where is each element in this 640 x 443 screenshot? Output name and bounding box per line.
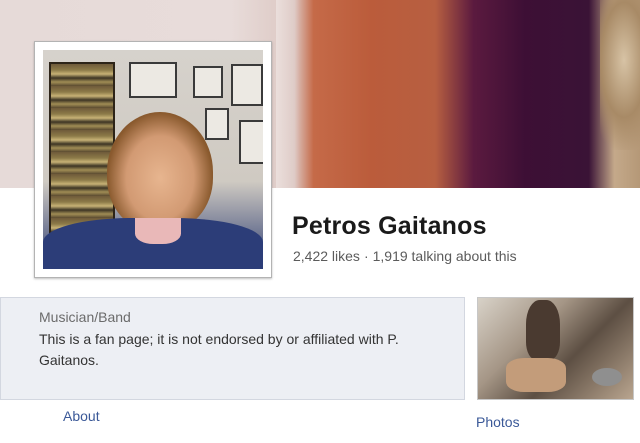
page-description: This is a fan page; it is not endorsed b… [39,331,399,368]
photo-pot [592,368,622,386]
page-title: Petros Gaitanos [292,212,487,240]
about-box[interactable]: Musician/Band This is a fan page; it is … [0,297,465,400]
cover-fur-detail [600,0,640,150]
person-head [107,112,213,232]
page-stats: 2,422 likes · 1,919 talking about this [293,248,517,264]
wall-picture [239,120,263,164]
photos-thumbnail[interactable] [477,297,634,400]
wall-picture [129,62,177,98]
profile-picture[interactable] [34,41,272,278]
page-category: Musician/Band [39,309,131,325]
wall-picture [205,108,229,140]
horse-mask [526,300,560,360]
tab-photos[interactable]: Photos [476,414,520,430]
stats-separator: · [363,248,369,264]
tab-about[interactable]: About [63,408,100,424]
wall-picture [193,66,223,98]
wall-picture [231,64,263,106]
profile-photo-image [43,50,263,269]
photo-arm [506,358,566,392]
talking-about-count[interactable]: 1,919 talking about this [373,248,517,264]
likes-count[interactable]: 2,422 likes [293,248,360,264]
person-collar [135,218,181,244]
cover-fold [276,0,300,188]
